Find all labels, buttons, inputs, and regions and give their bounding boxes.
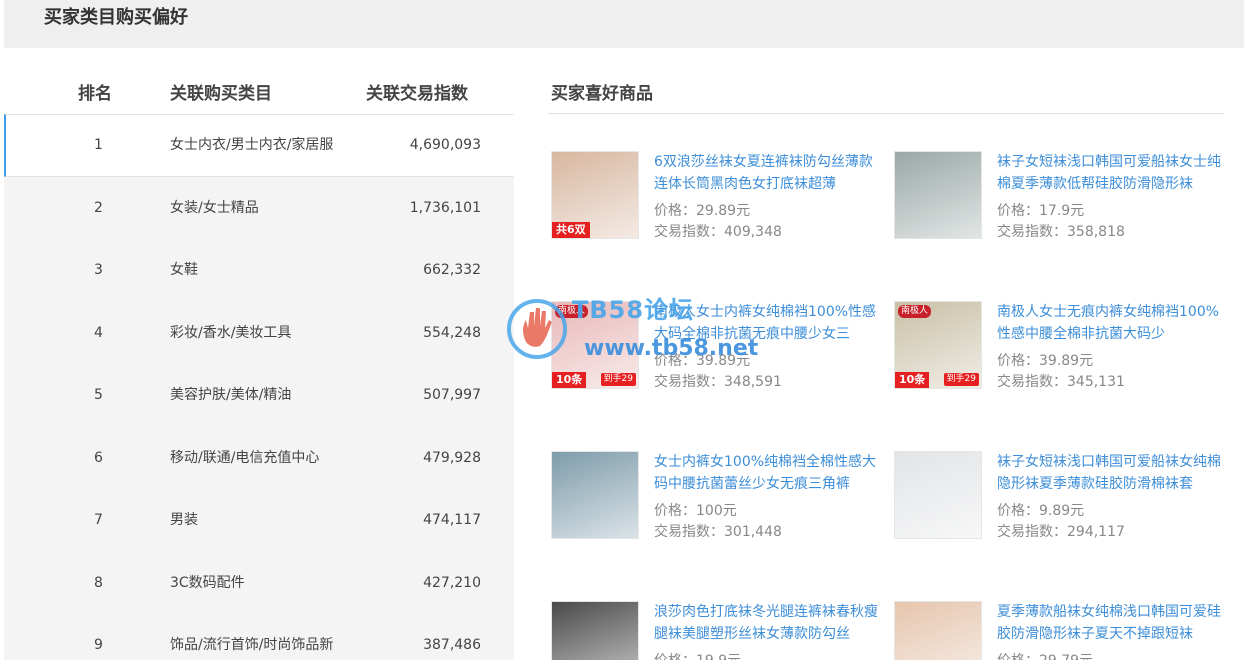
rank-table-header: 排名 关联购买类目 关联交易指数 xyxy=(4,70,514,114)
index-cell: 427,210 xyxy=(423,574,481,591)
table-row[interactable]: 6 移动/联通/电信充值中心 479,928 xyxy=(4,427,514,490)
table-row[interactable]: 9 饰品/流行首饰/时尚饰品新 387,486 xyxy=(4,614,514,660)
category-cell: 彩妆/香水/美妆工具 xyxy=(170,324,292,341)
product-price: 价格：19.9元 xyxy=(654,651,741,660)
product-card[interactable]: 南极人 10条 到手29 南极人女士无痕内裤女纯棉裆100%性感中腰全棉非抗菌大… xyxy=(891,301,1231,391)
page-title: 买家类目购买偏好 xyxy=(44,7,188,28)
rank-cell: 4 xyxy=(94,324,103,341)
product-trade-index: 交易指数：301,448 xyxy=(654,524,782,540)
thumb-price-tag: 到手29 xyxy=(600,373,636,386)
product-card[interactable]: 共6双 6双浪莎丝袜女夏连裤袜防勾丝薄款连体长筒黑肉色女打底袜超薄 价格：29.… xyxy=(548,151,888,241)
product-title-link[interactable]: 夏季薄款船袜女纯棉浅口韩国可爱硅胶防滑隐形袜子夏天不掉跟短袜 xyxy=(997,601,1225,645)
table-row[interactable]: 7 男装 474,117 xyxy=(4,489,514,552)
thumb-bg xyxy=(895,452,981,538)
product-price: 价格：9.89元 xyxy=(997,503,1085,519)
thumb-tag: 共6双 xyxy=(552,222,590,238)
product-title-link[interactable]: 6双浪莎丝袜女夏连裤袜防勾丝薄款连体长筒黑肉色女打底袜超薄 xyxy=(654,151,882,195)
table-row[interactable]: 2 女装/女士精品 1,736,101 xyxy=(4,177,514,240)
rank-cell: 5 xyxy=(94,387,103,404)
products-title: 买家喜好商品 xyxy=(551,84,653,104)
index-cell: 554,248 xyxy=(423,324,481,341)
index-cell: 387,486 xyxy=(423,637,481,654)
rank-cell: 9 xyxy=(94,637,103,654)
table-row[interactable]: 3 女鞋 662,332 xyxy=(4,239,514,302)
table-row[interactable]: 8 3C数码配件 427,210 xyxy=(4,552,514,615)
product-card[interactable]: 女士内裤女100%纯棉裆全棉性感大码中腰抗菌蕾丝少女无痕三角裤 价格：100元 … xyxy=(548,451,888,541)
col-rank-header: 排名 xyxy=(78,84,112,104)
product-thumbnail[interactable] xyxy=(551,451,639,539)
rank-cell: 2 xyxy=(94,199,103,216)
product-card[interactable]: 袜子女短袜浅口韩国可爱船袜女纯棉隐形袜夏季薄款硅胶防滑棉袜套 价格：9.89元 … xyxy=(891,451,1231,541)
product-card[interactable]: 夏季薄款船袜女纯棉浅口韩国可爱硅胶防滑隐形袜子夏天不掉跟短袜 价格：29.79元 xyxy=(891,601,1231,660)
rank-cell: 8 xyxy=(94,574,103,591)
category-cell: 女士内衣/男士内衣/家居服 xyxy=(170,137,334,154)
category-cell: 女鞋 xyxy=(170,262,198,279)
product-trade-index: 交易指数：358,818 xyxy=(997,224,1125,240)
col-category-header: 关联购买类目 xyxy=(170,84,272,104)
index-cell: 662,332 xyxy=(423,262,481,279)
rank-cell: 3 xyxy=(94,262,103,279)
table-row[interactable]: 4 彩妆/香水/美妆工具 554,248 xyxy=(4,302,514,365)
product-price: 价格：29.79元 xyxy=(997,651,1093,660)
index-cell: 507,997 xyxy=(423,387,481,404)
product-title-link[interactable]: 袜子女短袜浅口韩国可爱船袜女纯棉隐形袜夏季薄款硅胶防滑棉袜套 xyxy=(997,451,1225,495)
thumb-brand: 南极人 xyxy=(898,305,932,318)
product-title-link[interactable]: 南极人女士内裤女纯棉裆100%性感大码全棉非抗菌无痕中腰少女三 xyxy=(654,301,882,345)
thumb-bg xyxy=(895,152,981,238)
product-card[interactable]: 南极人 10条 到手29 南极人女士内裤女纯棉裆100%性感大码全棉非抗菌无痕中… xyxy=(548,301,888,391)
thumb-bg xyxy=(552,452,638,538)
index-cell: 1,736,101 xyxy=(409,199,481,216)
index-cell: 474,117 xyxy=(423,512,481,529)
product-price: 价格：17.9元 xyxy=(997,203,1085,219)
table-row[interactable]: 5 美容护肤/美体/精油 507,997 xyxy=(4,364,514,427)
product-thumbnail[interactable]: 南极人 10条 到手29 xyxy=(551,301,639,389)
index-cell: 4,690,093 xyxy=(409,137,481,154)
rank-cell: 6 xyxy=(94,449,103,466)
col-index-header: 关联交易指数 xyxy=(366,84,468,104)
index-cell: 479,928 xyxy=(423,449,481,466)
product-price: 价格：100元 xyxy=(654,503,737,519)
thumb-brand: 南极人 xyxy=(555,305,589,318)
product-thumbnail[interactable] xyxy=(894,601,982,660)
product-title-link[interactable]: 袜子女短袜浅口韩国可爱船袜女士纯棉夏季薄款低帮硅胶防滑隐形袜 xyxy=(997,151,1225,195)
product-thumbnail[interactable]: 南极人 10条 到手29 xyxy=(894,301,982,389)
thumb-tag: 10条 xyxy=(552,372,587,388)
product-title-link[interactable]: 南极人女士无痕内裤女纯棉裆100%性感中腰全棉非抗菌大码少 xyxy=(997,301,1225,345)
thumb-tag: 10条 xyxy=(895,372,930,388)
section-header: 买家类目购买偏好 xyxy=(4,0,1244,48)
rank-cell: 1 xyxy=(94,137,103,154)
favorite-products-panel: 买家喜好商品 共6双 6双浪莎丝袜女夏连裤袜防勾丝薄款连体长筒黑肉色女打底袜超薄… xyxy=(548,70,1224,660)
product-thumbnail[interactable]: 共6双 xyxy=(551,151,639,239)
thumb-bg xyxy=(552,602,638,660)
table-row[interactable]: 1 女士内衣/男士内衣/家居服 4,690,093 xyxy=(4,114,514,177)
product-title-link[interactable]: 女士内裤女100%纯棉裆全棉性感大码中腰抗菌蕾丝少女无痕三角裤 xyxy=(654,451,882,495)
rank-table-body: 1 女士内衣/男士内衣/家居服 4,690,093 2 女装/女士精品 1,73… xyxy=(4,114,514,660)
product-trade-index: 交易指数：294,117 xyxy=(997,524,1125,540)
product-thumbnail[interactable] xyxy=(894,451,982,539)
category-cell: 3C数码配件 xyxy=(170,574,245,591)
products-header: 买家喜好商品 xyxy=(548,70,1224,114)
product-price: 价格：39.89元 xyxy=(997,353,1094,369)
product-card[interactable]: 浪莎肉色打底袜冬光腿连裤袜春秋瘦腿袜美腿塑形丝袜女薄款防勾丝 价格：19.9元 xyxy=(548,601,888,660)
product-trade-index: 交易指数：348,591 xyxy=(654,374,782,390)
product-thumbnail[interactable] xyxy=(894,151,982,239)
thumb-bg xyxy=(895,602,981,660)
category-cell: 美容护肤/美体/精油 xyxy=(170,387,292,404)
product-trade-index: 交易指数：345,131 xyxy=(997,374,1125,390)
category-cell: 男装 xyxy=(170,512,198,529)
product-price: 价格：29.89元 xyxy=(654,203,751,219)
product-price: 价格：39.89元 xyxy=(654,353,751,369)
category-cell: 饰品/流行首饰/时尚饰品新 xyxy=(170,637,334,654)
product-card[interactable]: 袜子女短袜浅口韩国可爱船袜女士纯棉夏季薄款低帮硅胶防滑隐形袜 价格：17.9元 … xyxy=(891,151,1231,241)
category-cell: 移动/联通/电信充值中心 xyxy=(170,449,320,466)
category-rank-table: 排名 关联购买类目 关联交易指数 1 女士内衣/男士内衣/家居服 4,690,0… xyxy=(4,70,514,660)
rank-cell: 7 xyxy=(94,512,103,529)
category-cell: 女装/女士精品 xyxy=(170,199,259,216)
product-thumbnail[interactable] xyxy=(551,601,639,660)
thumb-price-tag: 到手29 xyxy=(943,373,979,386)
product-title-link[interactable]: 浪莎肉色打底袜冬光腿连裤袜春秋瘦腿袜美腿塑形丝袜女薄款防勾丝 xyxy=(654,601,882,645)
product-trade-index: 交易指数：409,348 xyxy=(654,224,782,240)
